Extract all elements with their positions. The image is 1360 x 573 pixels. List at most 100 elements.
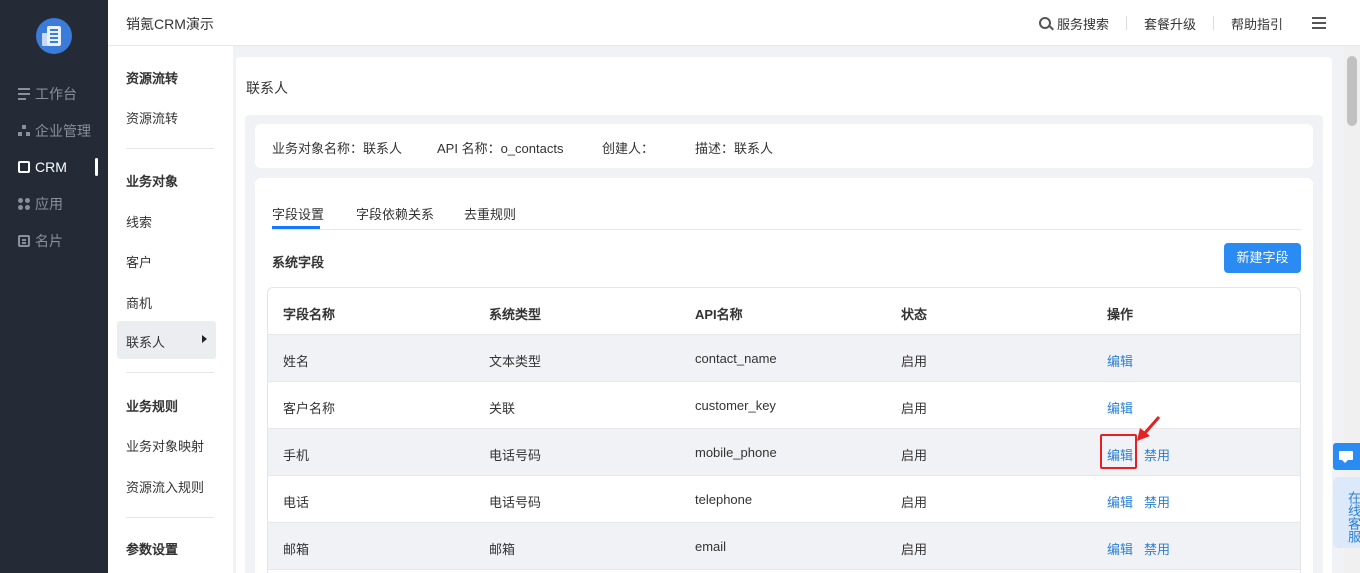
online-service-button[interactable]: 在线客服 [1333, 477, 1360, 548]
field-type-cell: 邮箱 [489, 542, 516, 557]
field-type-cell: 文本类型 [489, 354, 542, 369]
disable-link[interactable]: 禁用 [1144, 539, 1170, 558]
column-header: API名称 [695, 307, 743, 322]
sub-sidebar: 资源流转 资源流转 业务对象 线索 客户 商机 联系人 业务规则 业务对象映射 … [108, 46, 233, 573]
chat-button[interactable] [1333, 443, 1360, 470]
subnav-item-leads[interactable]: 线索 [126, 212, 152, 231]
divider [1125, 16, 1127, 30]
top-actions: 服务搜索 套餐升级 帮助指引 [1038, 0, 1360, 46]
subnav-item-object-mapping[interactable]: 业务对象映射 [126, 436, 204, 455]
field-api-cell: email [695, 539, 727, 554]
field-type-cell: 关联 [489, 401, 516, 416]
description-info: 描述：联系人 [695, 141, 774, 156]
upgrade-link[interactable]: 套餐升级 [1144, 14, 1196, 33]
fields-card: 字段设置 字段依赖关系 去重规则 系统字段 新建字段 字段名称 系统类型 API… [255, 178, 1313, 573]
field-status-cell: 启用 [901, 542, 928, 557]
annotation-arrow-icon [1137, 416, 1161, 441]
tab-dedup-rules[interactable]: 去重规则 [464, 204, 516, 223]
divider [126, 372, 214, 373]
table-header: 字段名称 系统类型 API名称 状态 操作 [268, 288, 1300, 335]
nav-active-indicator [95, 158, 98, 176]
search-icon [1038, 17, 1051, 29]
help-link[interactable]: 帮助指引 [1231, 14, 1283, 33]
field-name-cell: 客户名称 [283, 401, 336, 416]
disable-link[interactable]: 禁用 [1144, 492, 1170, 511]
field-api-cell: contact_name [695, 351, 777, 366]
divider [126, 148, 214, 149]
edit-link[interactable]: 编辑 [1107, 492, 1133, 511]
content-area: 业务对象名称：联系人 API 名称：o_contacts 创建人： 描述：联系人… [245, 115, 1323, 573]
subnav-group-objects: 业务对象 [126, 174, 179, 189]
apps-icon [18, 198, 30, 210]
tab-bar: 字段设置 字段依赖关系 去重规则 [272, 202, 1301, 230]
edit-link[interactable]: 编辑 [1107, 539, 1133, 558]
nav-item-workbench[interactable]: 工作台 [18, 84, 77, 104]
edit-link[interactable]: 编辑 [1107, 351, 1133, 370]
caret-right-icon [202, 335, 207, 343]
nav-item-crm[interactable]: CRM [18, 157, 67, 177]
nav-item-label: CRM [35, 159, 67, 175]
active-tab-indicator [272, 226, 320, 229]
field-status-cell: 启用 [901, 495, 928, 510]
field-name-cell: 姓名 [283, 354, 310, 369]
subnav-group-resource: 资源流转 [126, 71, 179, 86]
nav-item-enterprise[interactable]: 企业管理 [18, 121, 91, 141]
new-field-button[interactable]: 新建字段 [1224, 243, 1301, 273]
field-status-cell: 启用 [901, 354, 928, 369]
nav-item-label: 企业管理 [35, 123, 91, 139]
subnav-item-label: 联系人 [126, 335, 166, 350]
card-icon [18, 235, 30, 247]
field-api-cell: customer_key [695, 398, 776, 413]
nav-item-label: 名片 [35, 233, 63, 249]
subnav-group-params[interactable]: 参数设置 [126, 539, 178, 558]
org-icon [18, 125, 30, 137]
scrollbar-thumb[interactable] [1347, 56, 1357, 126]
field-type-cell: 电话号码 [489, 495, 542, 510]
nav-item-label: 工作台 [35, 86, 77, 102]
page-title: 联系人 [246, 80, 288, 96]
field-status-cell: 启用 [901, 401, 928, 416]
field-type-cell: 电话号码 [489, 448, 542, 463]
app-logo[interactable] [36, 18, 72, 54]
field-name-cell: 电话 [283, 495, 310, 510]
table-row: 姓名 文本类型 contact_name 启用 编辑 [268, 335, 1300, 382]
field-api-cell: mobile_phone [695, 445, 777, 460]
service-search-link[interactable]: 服务搜索 [1038, 14, 1109, 33]
main-panel: 联系人 业务对象名称：联系人 API 名称：o_contacts 创建人： 描述… [236, 57, 1332, 573]
subnav-group-rules: 业务规则 [126, 399, 179, 414]
disable-link[interactable]: 禁用 [1144, 445, 1170, 464]
subnav-item-opportunities[interactable]: 商机 [126, 293, 152, 312]
tab-field-dependencies[interactable]: 字段依赖关系 [356, 204, 434, 223]
dashboard-icon [18, 88, 30, 100]
menu-icon[interactable] [1312, 17, 1326, 29]
subnav-item-contacts[interactable]: 联系人 [117, 321, 216, 359]
logo-building-icon [47, 26, 61, 46]
divider [1212, 16, 1214, 30]
nav-item-card[interactable]: 名片 [18, 231, 63, 251]
edit-link[interactable]: 编辑 [1107, 398, 1133, 417]
column-header: 系统类型 [489, 307, 542, 322]
field-status-cell: 启用 [901, 448, 928, 463]
object-name-info: 业务对象名称：联系人 [272, 141, 403, 156]
subnav-item-inflow-rules[interactable]: 资源流入规则 [126, 477, 204, 496]
field-name-cell: 邮箱 [283, 542, 310, 557]
object-info-card: 业务对象名称：联系人 API 名称：o_contacts 创建人： 描述：联系人 [255, 124, 1313, 168]
tab-field-settings[interactable]: 字段设置 [272, 204, 324, 223]
field-api-cell: telephone [695, 492, 753, 507]
column-header: 字段名称 [283, 307, 336, 322]
api-name-info: API 名称：o_contacts [437, 141, 564, 156]
nav-item-apps[interactable]: 应用 [18, 194, 63, 214]
chat-bubble-icon [1339, 451, 1353, 463]
subnav-item-resource-flow[interactable]: 资源流转 [126, 108, 178, 127]
table-row: 电话 电话号码 telephone 启用 编辑 禁用 [268, 476, 1300, 523]
column-header: 状态 [901, 307, 928, 322]
main-nav: 工作台 企业管理 CRM 应用 名片 [0, 0, 108, 573]
section-title: 系统字段 [272, 255, 325, 270]
brand-title: 销氪CRM演示 [126, 16, 214, 32]
table-row: 邮箱 邮箱 email 启用 编辑 禁用 [268, 523, 1300, 570]
top-bar: 销氪CRM演示 服务搜索 套餐升级 帮助指引 [108, 0, 1360, 46]
column-header: 操作 [1107, 307, 1134, 322]
nav-item-label: 应用 [35, 196, 63, 212]
crm-icon [18, 161, 30, 173]
subnav-item-customers[interactable]: 客户 [126, 252, 152, 271]
